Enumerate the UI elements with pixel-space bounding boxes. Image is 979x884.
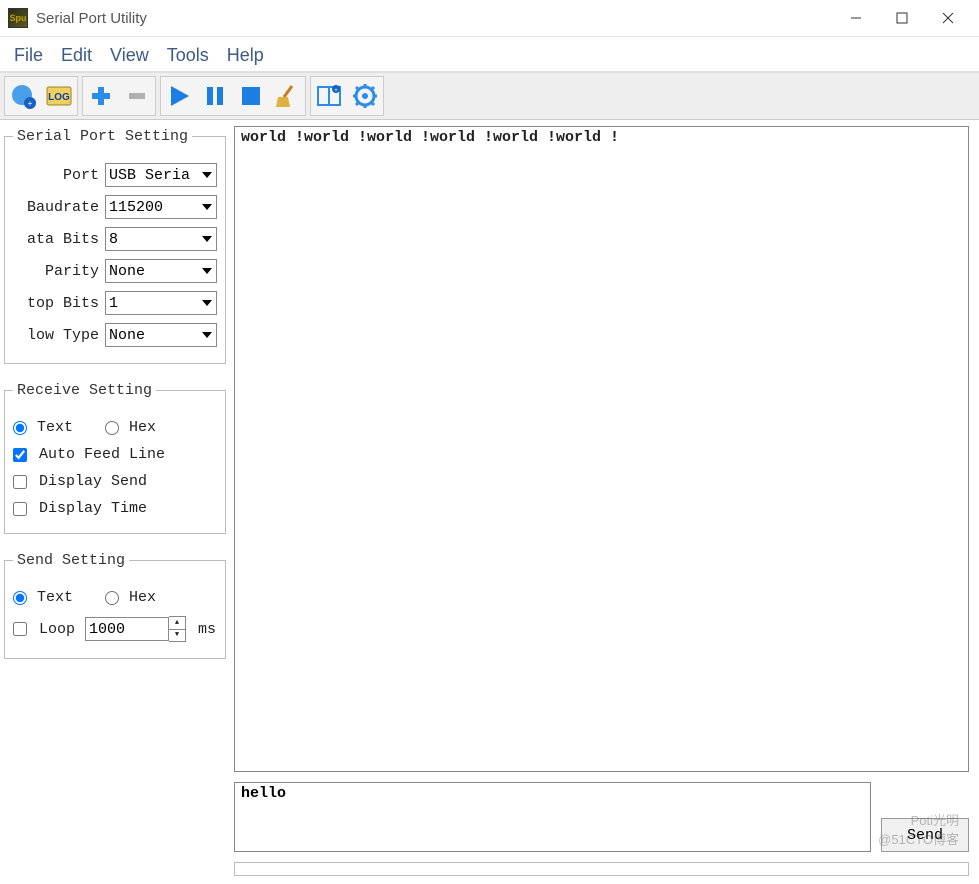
flow-label: low Type (13, 327, 99, 344)
menu-view[interactable]: View (102, 43, 157, 68)
status-slot (234, 862, 969, 876)
receive-legend: Receive Setting (13, 382, 156, 399)
broom-icon (274, 83, 300, 109)
stop-bits-label: top Bits (13, 295, 99, 312)
menu-help[interactable]: Help (219, 43, 272, 68)
stop-icon (238, 83, 264, 109)
output-area[interactable]: world !world !world !world !world !world… (234, 126, 969, 772)
loop-label: Loop (39, 621, 75, 638)
settings-button[interactable] (347, 78, 383, 114)
plus-icon (89, 84, 113, 108)
sidebar: Serial Port Setting Port USB Seria Baudr… (0, 120, 232, 884)
window-title: Serial Port Utility (36, 10, 833, 27)
minus-icon (125, 84, 149, 108)
receive-hex-radio[interactable] (105, 421, 119, 435)
send-hex-label: Hex (129, 589, 156, 606)
svg-text:LOG: LOG (48, 92, 70, 103)
broom-button[interactable] (269, 78, 305, 114)
port-select[interactable]: USB Seria (105, 163, 217, 187)
display-time-checkbox[interactable] (13, 502, 27, 516)
pause-icon (202, 83, 228, 109)
pause-button[interactable] (197, 78, 233, 114)
loop-unit: ms (198, 621, 216, 638)
log-button[interactable]: LOG (41, 78, 77, 114)
auto-feed-label: Auto Feed Line (39, 446, 165, 463)
toolbar: + LOG + (0, 71, 979, 120)
columns-icon: + (316, 85, 342, 107)
send-text-radio[interactable] (13, 591, 27, 605)
gear-icon (352, 83, 378, 109)
content: world !world !world !world !world !world… (232, 120, 979, 884)
receive-group: Receive Setting Text Hex Auto Feed Line … (4, 382, 226, 534)
receive-hex-label: Hex (129, 419, 156, 436)
display-send-checkbox[interactable] (13, 475, 27, 489)
menu-file[interactable]: File (6, 43, 51, 68)
data-bits-label: ata Bits (13, 231, 99, 248)
stop-bits-select[interactable]: 1 (105, 291, 217, 315)
serial-port-group: Serial Port Setting Port USB Seria Baudr… (4, 128, 226, 364)
baud-select[interactable]: 115200 (105, 195, 217, 219)
port-label: Port (13, 167, 99, 184)
columns-button[interactable]: + (311, 78, 347, 114)
flow-select[interactable]: None (105, 323, 217, 347)
send-hex-radio[interactable] (105, 591, 119, 605)
loop-checkbox[interactable] (13, 622, 27, 636)
display-time-label: Display Time (39, 500, 147, 517)
serial-port-legend: Serial Port Setting (13, 128, 192, 145)
send-input[interactable] (234, 782, 871, 852)
baud-label: Baudrate (13, 199, 99, 216)
maximize-button[interactable] (879, 2, 925, 34)
send-button[interactable]: Send (881, 818, 969, 852)
minimize-button[interactable] (833, 2, 879, 34)
plus-button[interactable] (83, 78, 119, 114)
svg-text:+: + (28, 99, 33, 108)
stop-button[interactable] (233, 78, 269, 114)
loop-interval-input[interactable] (85, 617, 169, 641)
menu-tools[interactable]: Tools (159, 43, 217, 68)
receive-text-label: Text (37, 419, 73, 436)
receive-text-radio[interactable] (13, 421, 27, 435)
app-icon: Spu (8, 8, 28, 28)
display-send-label: Display Send (39, 473, 147, 490)
minus-button[interactable] (119, 78, 155, 114)
svg-text:+: + (334, 88, 338, 94)
menubar: File Edit View Tools Help (0, 37, 979, 71)
add-device-icon: + (10, 83, 36, 109)
add-device-button[interactable]: + (5, 78, 41, 114)
log-icon: LOG (46, 84, 72, 108)
send-text-label: Text (37, 589, 73, 606)
auto-feed-checkbox[interactable] (13, 448, 27, 462)
parity-select[interactable]: None (105, 259, 217, 283)
titlebar: Spu Serial Port Utility (0, 0, 979, 37)
close-button[interactable] (925, 2, 971, 34)
play-button[interactable] (161, 78, 197, 114)
loop-spin[interactable]: ▲▼ (169, 616, 186, 642)
send-legend: Send Setting (13, 552, 129, 569)
menu-edit[interactable]: Edit (53, 43, 100, 68)
data-bits-select[interactable]: 8 (105, 227, 217, 251)
parity-label: Parity (13, 263, 99, 280)
play-icon (165, 82, 193, 110)
send-group: Send Setting Text Hex Loop ▲▼ ms (4, 552, 226, 659)
